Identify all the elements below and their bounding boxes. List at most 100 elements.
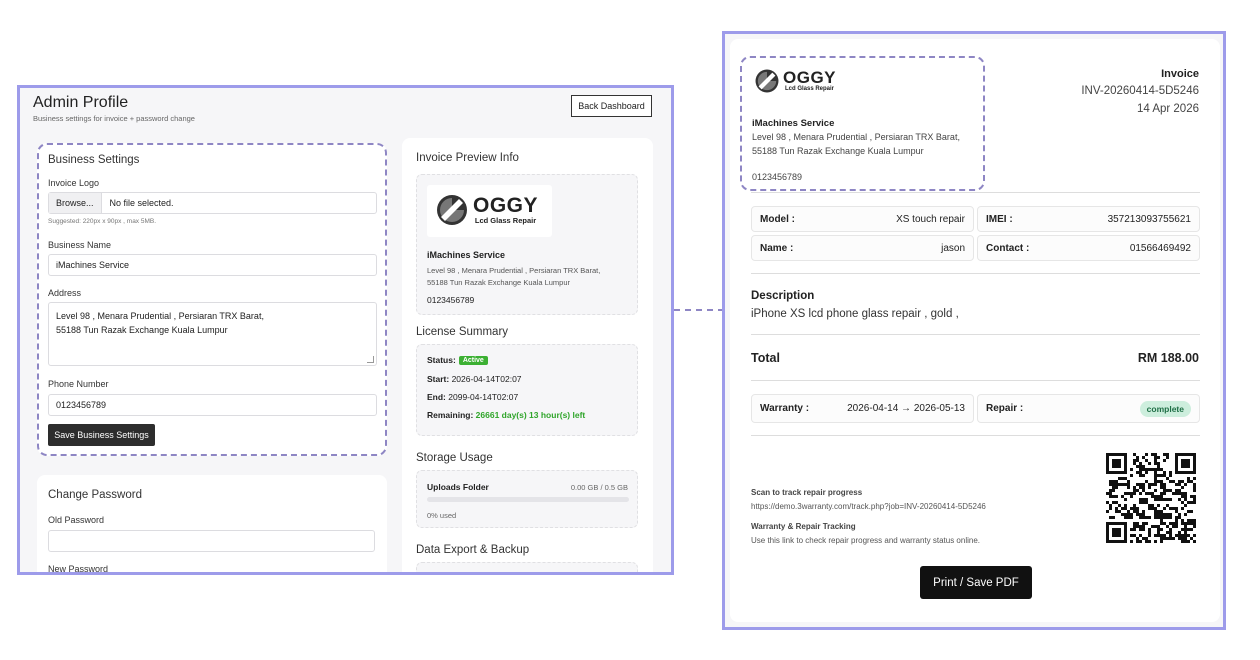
tracking-text: Use this link to check repair progress a… [751,536,980,545]
address-line-1: Level 98 , Menara Prudential , Persiaran… [56,311,264,321]
invoice-window: OGGY Lcd Glass Repair iMachines Service … [722,31,1226,630]
preview-phone: 0123456789 [427,295,475,305]
right-column-card: Invoice Preview Info OGGY Lcd Glass Repa… [402,138,653,572]
preview-address-line-2: 55188 Tun Razak Exchange Kuala Lumpur [427,278,571,287]
preview-business-name: iMachines Service [427,250,506,260]
invoice-number: INV-20260414-5D5246 [1081,85,1199,97]
divider [751,192,1200,193]
total-label: Total [751,351,780,365]
license-remaining-label: Remaining: [427,410,474,420]
preview-logo-tag: Lcd Glass Repair [474,215,537,225]
invoice-logo-word: OGGY [783,68,837,87]
preview-logo: OGGY Lcd Glass Repair [427,185,552,237]
model-value: XS touch repair [896,213,965,225]
address-textarea[interactable]: Level 98 , Menara Prudential , Persiaran… [48,302,377,366]
customer-name-label: Name : [760,242,794,254]
invoice-sheet: OGGY Lcd Glass Repair iMachines Service … [730,39,1220,622]
admin-profile-window: Admin Profile Business settings for invo… [17,85,674,575]
divider [751,334,1200,335]
imei-label: IMEI : [986,213,1013,225]
address-label: Address [48,288,82,298]
invoice-address-line-1: Level 98 , Menara Prudential , Persiaran… [752,132,960,142]
invoice-logo-label: Invoice Logo [48,178,100,188]
invoice-heading: Invoice [1161,68,1199,80]
uploads-folder-label: Uploads Folder [427,482,489,492]
phone-number-input[interactable]: 0123456789 [48,394,377,416]
invoice-logo: OGGY Lcd Glass Repair [754,68,836,94]
license-summary-box: Status: Active Start: 2026-04-14T02:07 E… [416,344,638,436]
storage-usage-box: Uploads Folder 0.00 GB / 0.5 GB 0% used [416,470,638,528]
divider [751,273,1200,274]
invoice-business-header: OGGY Lcd Glass Repair iMachines Service … [740,56,985,191]
old-password-input[interactable] [48,530,375,552]
file-status-text: No file selected. [109,198,174,208]
old-password-label: Old Password [48,515,105,525]
imei-value: 357213093755621 [1107,213,1191,225]
change-password-heading: Change Password [48,489,142,501]
repair-status-badge: complete [1139,400,1191,417]
business-settings-card: Business Settings Invoice Logo Browse...… [37,143,387,456]
browse-button[interactable]: Browse... [49,193,102,213]
status-badge: Active [458,355,488,365]
page-subtitle: Business settings for invoice + password… [33,114,195,123]
tracking-title: Warranty & Repair Tracking [751,522,856,531]
license-end-label: End: [427,392,446,402]
invoice-date: 14 Apr 2026 [1136,103,1199,115]
logo-hint: Suggested: 220px x 90px , max 5MB. [48,218,157,225]
phone-number-label: Phone Number [48,379,109,389]
data-export-heading: Data Export & Backup [416,544,530,556]
print-save-pdf-button[interactable]: Print / Save PDF [920,566,1032,599]
save-business-settings-button[interactable]: Save Business Settings [48,424,155,446]
license-remaining-value: 26661 day(s) 13 hour(s) left [475,410,586,420]
logo-file-input[interactable]: Browse... No file selected. [48,192,377,214]
preview-address-line-1: Level 98 , Menara Prudential , Persiaran… [427,266,601,275]
warranty-cell: Warranty : 2026-04-14 → 2026-05-13 [751,394,974,423]
customer-name-value: jason [941,242,965,254]
oggy-logo-icon [755,69,779,93]
back-dashboard-button[interactable]: Back Dashboard [571,95,652,117]
invoice-logo-tag: Lcd Glass Repair [784,86,835,92]
divider [751,380,1200,381]
license-start-label: Start: [427,374,450,384]
contact-value: 01566469492 [1129,242,1191,254]
total-value: RM 188.00 [1137,351,1199,365]
name-cell: Name : jason [751,235,974,261]
license-end-value: 2099-04-14T02:07 [448,392,519,402]
warranty-label: Warranty : [760,403,810,414]
invoice-phone: 0123456789 [752,172,803,182]
resize-handle-icon[interactable] [367,356,374,363]
divider [751,435,1200,436]
contact-label: Contact : [986,242,1030,254]
connector-line [674,309,724,311]
license-status-label: Status: [427,355,456,365]
invoice-preview-heading: Invoice Preview Info [416,152,519,164]
tracking-url-link[interactable]: https://demo.3warranty.com/track.php?job… [751,502,986,511]
model-cell: Model : XS touch repair [751,206,974,232]
description-value: iPhone XS lcd phone glass repair , gold … [751,308,959,320]
invoice-address-line-2: 55188 Tun Razak Exchange Kuala Lumpur [752,146,924,156]
address-line-2: 55188 Tun Razak Exchange Kuala Lumpur [56,325,228,335]
license-summary-heading: License Summary [416,326,509,338]
contact-cell: Contact : 01566469492 [977,235,1200,261]
change-password-card: Change Password Old Password New Passwor… [37,475,387,574]
qr-code-icon [1106,453,1196,543]
invoice-preview-box: OGGY Lcd Glass Repair iMachines Service … [416,174,638,315]
license-start-value: 2026-04-14T02:07 [451,374,522,384]
business-name-input[interactable]: iMachines Service [48,254,377,276]
storage-percent-text: 0% used [427,511,457,520]
storage-progress-bar [427,497,629,502]
repair-label: Repair : [986,403,1024,414]
oggy-logo-icon [437,195,467,225]
model-label: Model : [760,213,795,225]
scan-title: Scan to track repair progress [751,488,863,497]
business-settings-heading: Business Settings [48,154,140,166]
repair-cell: Repair : complete [977,394,1200,423]
storage-usage-heading: Storage Usage [416,452,493,464]
imei-cell: IMEI : 357213093755621 [977,206,1200,232]
new-password-label: New Password [48,564,109,574]
storage-usage-text: 0.00 GB / 0.5 GB [570,483,628,492]
invoice-business-name: iMachines Service [752,118,835,129]
page-title: Admin Profile [33,94,129,111]
business-name-label: Business Name [48,240,112,250]
data-export-box [416,562,638,572]
